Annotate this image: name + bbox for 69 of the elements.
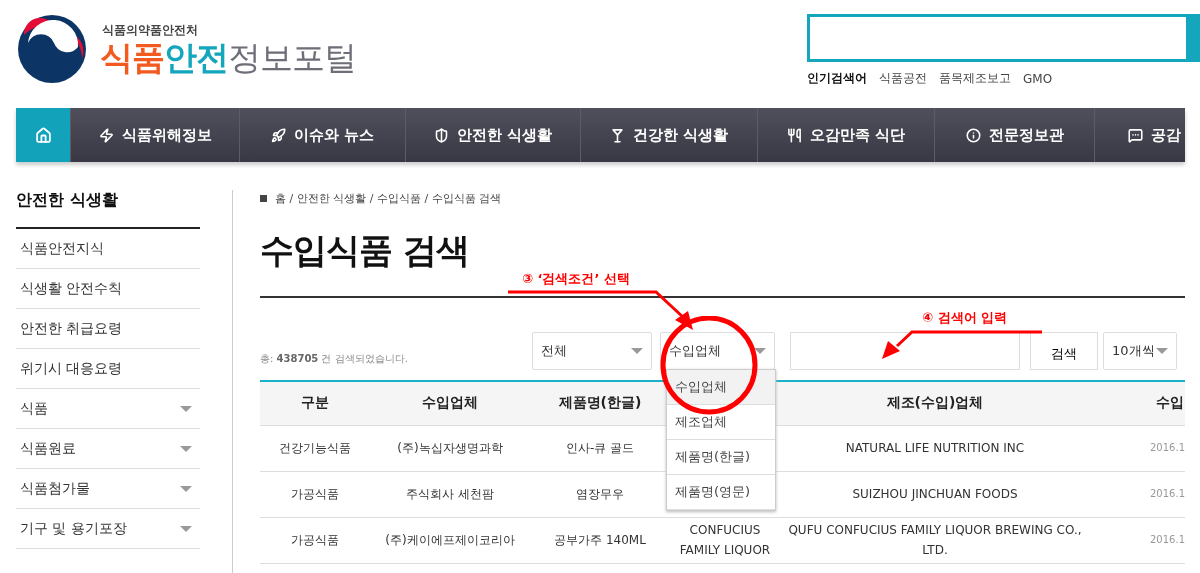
page-size-select[interactable]: 10개씩 xyxy=(1103,332,1177,370)
nav-tab[interactable]: 이슈와 뉴스 xyxy=(240,108,406,162)
search-input[interactable] xyxy=(790,332,1020,370)
table-cell: NATURAL LIFE NUTRITION INC xyxy=(780,425,1090,471)
site-title: 식품안전정보포털 xyxy=(100,38,356,77)
sidebar-item[interactable]: 기구 및 용기포장 xyxy=(16,509,200,549)
caret-icon xyxy=(754,348,766,354)
search-button[interactable]: 검색 xyxy=(1030,332,1098,370)
popular-label: 인기검색어 xyxy=(807,70,867,87)
dropdown-option[interactable]: 제조업체 xyxy=(667,405,775,440)
bolt-icon xyxy=(98,127,114,143)
result-count: 총: 438705 건 검색되었습니다. xyxy=(260,352,409,366)
table-cell: 인사-큐 골드 xyxy=(530,425,670,471)
column-header: 수입업체 xyxy=(370,381,530,425)
sidebar-item[interactable]: 식생활 안전수칙 xyxy=(16,269,200,309)
nav-tab[interactable]: 식품위해정보 xyxy=(71,108,240,162)
sidebar-item[interactable]: 식품안전지식 xyxy=(16,229,200,269)
column-header: 제조(수입)업체 xyxy=(780,381,1090,425)
sidebar-item[interactable]: 식품원료 xyxy=(16,429,200,469)
table-cell: 공부가주 140ML xyxy=(530,517,670,563)
glass-icon xyxy=(609,127,625,143)
home-icon xyxy=(34,126,52,144)
scope-select[interactable]: 전체 xyxy=(532,332,652,370)
sidebar-title: 안전한 식생활 xyxy=(16,190,200,229)
search-field[interactable] xyxy=(807,14,1200,62)
table-cell: (주)녹십자생명과학 xyxy=(370,425,530,471)
keyword-link[interactable]: GMO xyxy=(1023,71,1053,86)
table-cell: CONFUCIUS FAMILY LIQUOR xyxy=(670,517,780,563)
table-cell: QUFU CONFUCIUS FAMILY LIQUOR BREWING CO., LTD. xyxy=(780,517,1090,563)
utensils-icon xyxy=(786,127,802,143)
nav-tab[interactable]: 공감 xyxy=(1095,108,1185,162)
dropdown-option[interactable]: 제품명(영문) xyxy=(667,475,775,510)
nav-tab[interactable]: 오감만족 식단 xyxy=(758,108,935,162)
table-cell: SUIZHOU JINCHUAN FOODS xyxy=(780,471,1090,517)
rocket-icon xyxy=(270,127,286,143)
sidebar-item[interactable]: 식품첨가물 xyxy=(16,469,200,509)
breadcrumb: 홈 / 안전한 식생활 / 수입식품 / 수입식품 검색 xyxy=(275,190,502,206)
caret-icon xyxy=(1156,348,1168,354)
nav-tab[interactable]: 안전한 식생활 xyxy=(406,108,581,162)
chat-icon xyxy=(1128,127,1143,143)
annotation-label: ③ ‘검색조건’ 선택 xyxy=(522,270,630,288)
logo-icon xyxy=(16,13,88,85)
table-cell: 가공식품 xyxy=(260,471,370,517)
dropdown-option[interactable]: 제품명(한글) xyxy=(667,440,775,475)
bullet-icon xyxy=(260,194,267,202)
shield-icon xyxy=(433,127,449,143)
sidebar-item[interactable]: 안전한 취급요령 xyxy=(16,309,200,349)
table-cell: 가공식품 xyxy=(260,517,370,563)
table-cell: 주식회사 세천팜 xyxy=(370,471,530,517)
nav-tab[interactable]: 전문정보관 xyxy=(935,108,1095,162)
column-header: 구분 xyxy=(260,381,370,425)
table-cell: 2016.1 xyxy=(1090,517,1185,563)
annotation-label: ④ 검색어 입력 xyxy=(922,309,1008,327)
keyword-link[interactable]: 품목제조보고 xyxy=(939,70,1011,87)
info-icon xyxy=(965,127,981,143)
dropdown-option[interactable]: 수입업체 xyxy=(667,370,775,405)
caret-icon xyxy=(631,348,643,354)
table-cell: 2016.1 xyxy=(1090,425,1185,471)
sidebar-item[interactable]: 식품 xyxy=(16,389,200,429)
column-header: 수입 xyxy=(1090,381,1185,425)
table-cell: 건강기능식품 xyxy=(260,425,370,471)
nav-tab[interactable]: 건강한 식생활 xyxy=(581,108,758,162)
table-cell: 염장무우 xyxy=(530,471,670,517)
table-cell: 2016.1 xyxy=(1090,471,1185,517)
table-cell: (주)케이에프제이코리아 xyxy=(370,517,530,563)
keyword-link[interactable]: 식품공전 xyxy=(879,70,927,87)
agency-name: 식품의약품안전처 xyxy=(102,21,199,39)
home-tab[interactable] xyxy=(16,108,71,162)
sidebar-item[interactable]: 위기시 대응요령 xyxy=(16,349,200,389)
